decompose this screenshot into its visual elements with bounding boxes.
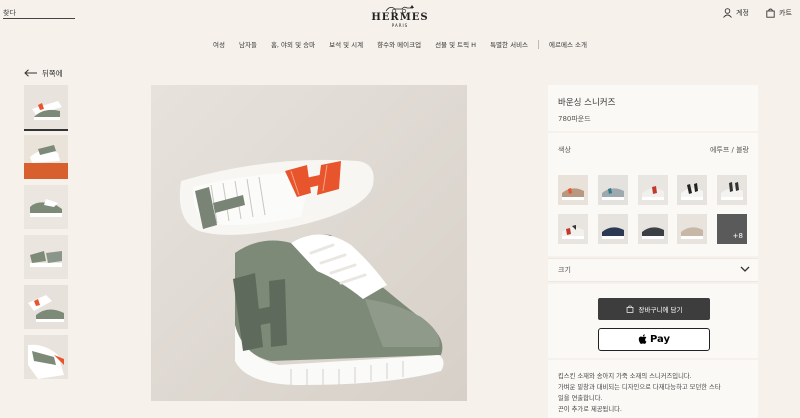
- product-price: 780파운드: [558, 115, 591, 123]
- description-line-3: 일을 연출합니다.: [558, 395, 603, 402]
- bag-icon: [626, 305, 633, 313]
- color-swatch-1[interactable]: [558, 175, 588, 205]
- color-swatch-4[interactable]: [677, 175, 707, 205]
- search-input[interactable]: [3, 8, 75, 19]
- nav-divider: [538, 39, 540, 49]
- back-link[interactable]: 뒤쪽에: [24, 67, 63, 79]
- nav-item-fragrance-makeup[interactable]: 향수와 메이크업: [370, 39, 428, 49]
- nav-item-home-outdoor-equestrian[interactable]: 홈, 야외 및 승마: [264, 39, 322, 49]
- thumbnail-6[interactable]: [24, 335, 68, 379]
- apple-pay-button[interactable]: Pay: [598, 328, 710, 351]
- bag-icon: [766, 8, 775, 18]
- brand-name: HERMES: [371, 12, 429, 23]
- main-navigation: 여성 남자들 홈, 야외 및 승마 보석 및 시계 향수와 메이크업 선물 및 …: [0, 38, 800, 50]
- account-link[interactable]: 계정: [723, 7, 749, 19]
- nav-item-women[interactable]: 여성: [206, 39, 232, 49]
- cart-label: 카트: [779, 9, 792, 17]
- description-line-4: 끈이 추가로 제공됩니다.: [558, 406, 622, 413]
- nav-item-gifts[interactable]: 선물 및 트릭 H: [428, 39, 483, 49]
- color-swatch-7[interactable]: [598, 214, 628, 244]
- add-to-cart-label: 장바구니에 담기: [638, 306, 683, 314]
- thumbnail-1[interactable]: [24, 85, 68, 129]
- cart-link[interactable]: 카트: [766, 7, 792, 19]
- color-label: 색상: [558, 146, 571, 154]
- description-line-2: 가벼운 밑창과 대비되는 디자인으로 다재다능하고 모던한 스타: [558, 384, 721, 391]
- color-swatch-3[interactable]: [638, 175, 668, 205]
- product-main-image: [151, 85, 467, 401]
- color-swatch-6[interactable]: [558, 214, 588, 244]
- user-icon: [723, 8, 732, 18]
- product-header-box: [548, 85, 758, 131]
- nav-item-men[interactable]: 남자들: [232, 39, 264, 49]
- thumbnail-active-indicator: [24, 129, 68, 131]
- description-line-1: 킵스킨 소재와 송아지 가죽 소재의 스니커즈입니다.: [558, 373, 692, 380]
- apple-pay-label: Pay: [649, 334, 671, 345]
- color-swatch-2[interactable]: [598, 175, 628, 205]
- apple-logo-icon: [638, 334, 647, 344]
- arrow-left-icon: [24, 69, 37, 77]
- back-label: 뒤쪽에: [42, 68, 63, 78]
- more-colors-count: +8: [732, 232, 743, 240]
- account-label: 계정: [736, 9, 749, 17]
- color-swatch-5[interactable]: [717, 175, 747, 205]
- sneaker-photo: [151, 85, 467, 401]
- nav-item-special-services[interactable]: 특별한 서비스: [483, 39, 535, 49]
- brand-city: PARIS: [391, 23, 409, 28]
- size-selector[interactable]: [548, 258, 758, 282]
- color-swatch-9[interactable]: [677, 214, 707, 244]
- color-swatch-8[interactable]: [638, 214, 668, 244]
- selected-color: 에투프 / 블랑: [709, 146, 749, 154]
- thumbnail-2[interactable]: [24, 135, 68, 179]
- product-title: 바운싱 스니커즈: [558, 98, 616, 108]
- more-colors-button[interactable]: +8: [717, 214, 747, 244]
- nav-item-jewelry-watches[interactable]: 보석 및 시계: [322, 39, 370, 49]
- thumbnail-4[interactable]: [24, 235, 68, 279]
- thumbnail-3[interactable]: [24, 185, 68, 229]
- thumbnail-5[interactable]: [24, 285, 68, 329]
- chevron-down-icon: [740, 266, 750, 272]
- add-to-cart-button[interactable]: 장바구니에 담기: [598, 298, 710, 320]
- size-label: 크기: [558, 266, 571, 274]
- nav-item-about-hermes[interactable]: 에르메스 소개: [542, 39, 594, 49]
- brand-logo[interactable]: HERMES PARIS: [360, 3, 440, 29]
